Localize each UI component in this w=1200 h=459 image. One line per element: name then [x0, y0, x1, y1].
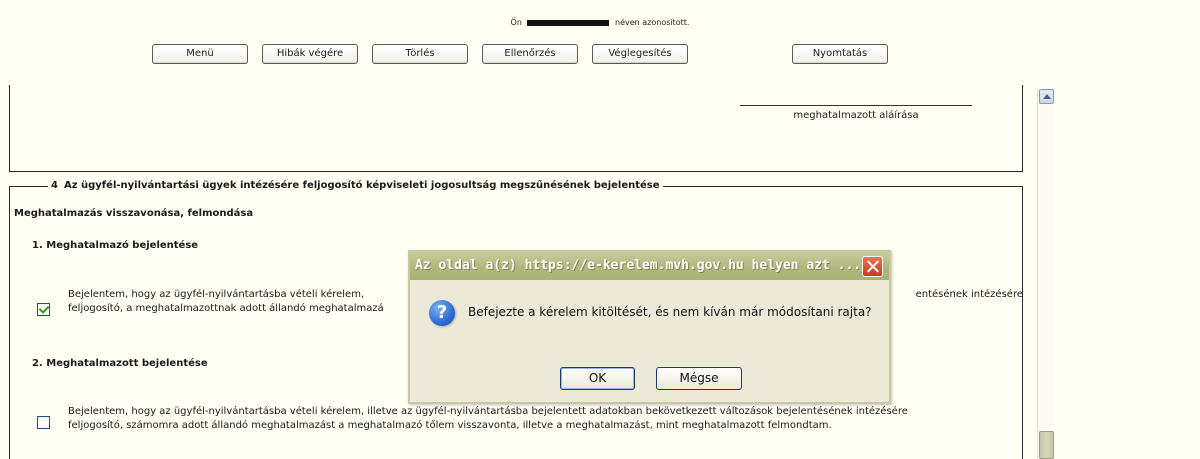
item-1-text-left: Bejelentem, hogy az ügyfél-nyilvántartás…	[68, 289, 365, 300]
redacted-username	[527, 19, 610, 26]
scroll-up-arrow-icon[interactable]	[1039, 89, 1054, 104]
signature-label: meghatalmazott aláírása	[793, 110, 919, 121]
confirm-dialog: Az oldal a(z) https://e-kerelem.mvh.gov.…	[408, 250, 891, 404]
question-icon: ?	[429, 300, 455, 326]
signature-box: meghatalmazott aláírása	[9, 85, 1023, 172]
menu-button[interactable]: Menü	[152, 44, 248, 64]
print-button[interactable]: Nyomtatás	[792, 44, 888, 64]
dialog-message: Befejezte a kérelem kitöltését, és nem k…	[468, 305, 872, 319]
ident-prefix: Ön	[510, 18, 522, 27]
section-number: 4	[51, 180, 58, 191]
scroll-thumb[interactable]	[1039, 431, 1054, 459]
item-1-text-right: entésének intézésére	[915, 289, 1023, 300]
dialog-titlebar[interactable]: Az oldal a(z) https://e-kerelem.mvh.gov.…	[410, 252, 889, 280]
check-button[interactable]: Ellenőrzés	[482, 44, 578, 64]
finalize-button[interactable]: Véglegesítés	[592, 44, 688, 64]
identification-text: Ön néven azonosított.	[0, 18, 1200, 27]
item-2-checkbox[interactable]	[37, 416, 50, 429]
item-2-text-line1: Bejelentem, hogy az ügyfél-nyilvántartás…	[68, 406, 908, 417]
section-title: Az ügyfél-nyilvántartási ügyek intézésér…	[63, 180, 660, 191]
top-toolbar: Ön néven azonosított. Menü Hibák végére …	[0, 0, 1200, 85]
item-1-checkbox[interactable]	[37, 303, 50, 316]
item-2-title: 2. Meghatalmazott bejelentése	[32, 358, 208, 369]
section-4-legend: 4 Az ügyfél-nyilvántartási ügyek intézésé…	[48, 180, 663, 191]
vertical-scrollbar[interactable]	[1037, 89, 1055, 459]
dialog-title: Az oldal a(z) https://e-kerelem.mvh.gov.…	[415, 258, 862, 273]
item-1-title: 1. Meghatalmazó bejelentése	[32, 240, 199, 251]
ident-suffix: néven azonosított.	[615, 18, 690, 27]
delete-button[interactable]: Törlés	[372, 44, 468, 64]
errors-end-button[interactable]: Hibák végére	[262, 44, 358, 64]
signature-line	[740, 105, 972, 106]
cancel-button[interactable]: Mégse	[656, 367, 742, 390]
section-subtitle: Meghatalmazás visszavonása, felmondása	[14, 208, 254, 219]
ok-button[interactable]: OK	[560, 367, 635, 390]
item-2-text-line2: feljogosító, számomra adott állandó megh…	[68, 420, 832, 431]
close-icon[interactable]	[862, 256, 883, 277]
item-1-text-line2: feljogosító, a meghatalmazottnak adott á…	[68, 303, 384, 314]
